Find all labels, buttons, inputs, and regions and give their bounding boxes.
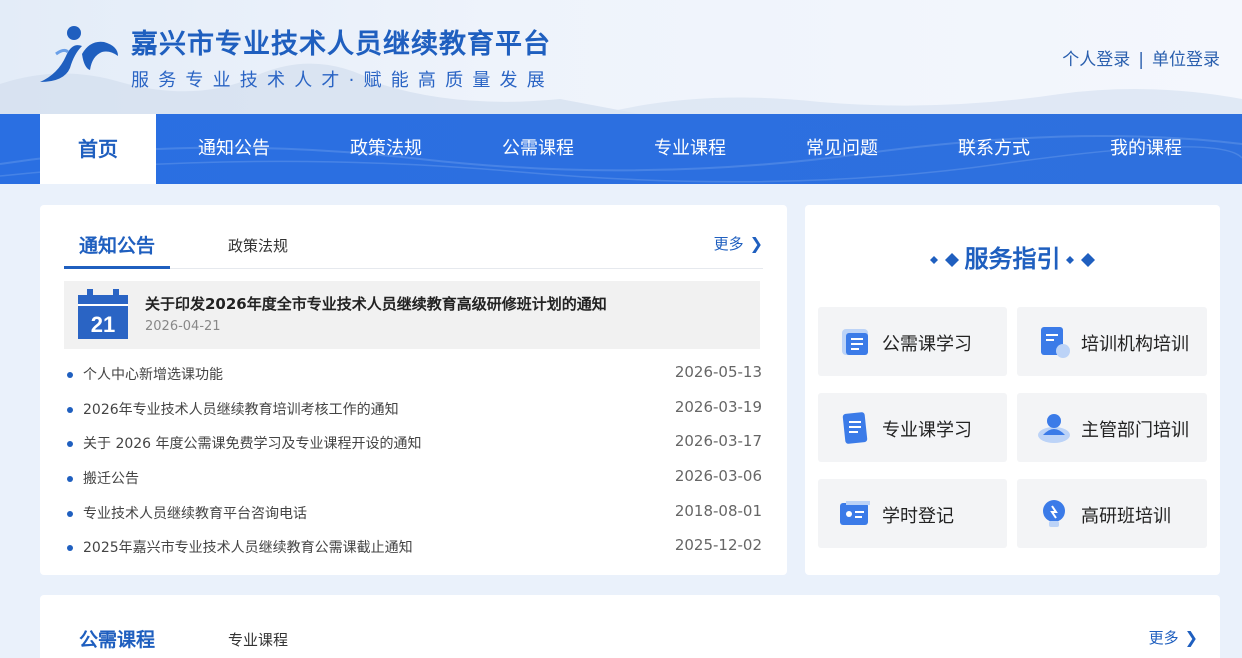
tab-policies[interactable]: 政策法规 (228, 235, 288, 256)
calendar-day: 21 (91, 312, 115, 337)
list-item[interactable]: 个人中心新增选课功能 2026-05-13 (64, 362, 762, 397)
bullet-icon (67, 476, 73, 483)
service-label: 公需课学习 (882, 334, 972, 355)
service-label: 主管部门培训 (1081, 420, 1189, 441)
notes-icon (842, 412, 868, 444)
news-date: 2026-03-19 (674, 397, 762, 416)
nav-item-my-courses[interactable]: 我的课程 (1088, 114, 1204, 184)
document-icon (1041, 327, 1070, 358)
site-slogan: 服务专业技术人才·赋能高质量发展 (131, 70, 554, 91)
calendar-icon: 21 (78, 289, 128, 339)
more-label: 更多 (1148, 629, 1179, 647)
service-guide-panel: 服务指引 公需课学习 培训机构培训 专业课学习 主管部门培训 学时登记 高研班培… (805, 205, 1220, 575)
id-card-icon (840, 501, 870, 525)
service-guide-title: 服务指引 (964, 245, 1061, 273)
news-date: 2026-03-17 (674, 432, 762, 451)
news-title: 个人中心新增选课功能 (83, 367, 223, 383)
service-professional-course-button[interactable]: 专业课学习 (818, 393, 1007, 462)
news-tabs: 通知公告 政策法规 更多 ❯ (64, 205, 763, 269)
news-date: 2026-03-06 (674, 467, 762, 486)
tab-professional-courses[interactable]: 专业课程 (228, 629, 288, 650)
login-links: 个人登录 | 单位登录 (1062, 45, 1220, 70)
service-label: 专业课学习 (882, 420, 972, 441)
org-login-link[interactable]: 单位登录 (1152, 50, 1220, 70)
diamond-decoration-icon (1065, 253, 1095, 267)
list-item[interactable]: 2025年嘉兴市专业技术人员继续教育公需课截止通知 2025-12-02 (64, 535, 762, 570)
news-panel: 通知公告 政策法规 更多 ❯ 21 关于印发2026年度全市专业技术人员继续教育高… (40, 205, 787, 575)
service-label: 学时登记 (882, 506, 954, 527)
news-title: 2025年嘉兴市专业技术人员继续教育公需课截止通知 (83, 540, 413, 557)
personal-login-link[interactable]: 个人登录 (1062, 50, 1130, 70)
bullet-icon (67, 510, 73, 517)
news-title: 搬迁公告 (83, 471, 139, 488)
bulb-icon (1043, 500, 1065, 527)
bullet-icon (67, 406, 73, 413)
bullet-icon (67, 545, 73, 552)
news-title: 专业技术人员继续教育平台咨询电话 (83, 505, 307, 522)
list-item[interactable]: 专业技术人员继续教育平台咨询电话 2018-08-01 (64, 501, 762, 536)
courses-more-link[interactable]: 更多 ❯ (1149, 627, 1198, 648)
nav-item-contact[interactable]: 联系方式 (936, 114, 1052, 184)
featured-notice-title: 关于印发2026年度全市专业技术人员继续教育高级研修班计划的通知 (145, 295, 607, 313)
tab-public-courses[interactable]: 公需课程 (79, 625, 155, 652)
courses-panel: 公需课程 专业课程 更多 ❯ (40, 595, 1220, 658)
news-more-link[interactable]: 更多 ❯ (714, 233, 763, 254)
news-title: 关于 2026 年度公需课免费学习及专业课程开设的通知 (83, 436, 422, 453)
service-hour-registration-button[interactable]: 学时登记 (818, 479, 1007, 548)
chevron-right-icon: ❯ (1184, 628, 1198, 647)
book-icon (842, 329, 868, 355)
more-label: 更多 (713, 235, 744, 253)
nav-item-policies[interactable]: 政策法规 (328, 114, 444, 184)
list-item[interactable]: 2026年专业技术人员继续教育培训考核工作的通知 2026-03-19 (64, 397, 762, 432)
nav-item-professional-courses[interactable]: 专业课程 (632, 114, 748, 184)
featured-notice-date: 2026-04-21 (145, 319, 221, 334)
news-date: 2018-08-01 (674, 501, 762, 520)
list-item[interactable]: 关于 2026 年度公需课免费学习及专业课程开设的通知 2026-03-17 (64, 431, 762, 466)
service-label: 高研班培训 (1081, 506, 1171, 527)
site-title: 嘉兴市专业技术人员继续教育平台 (131, 29, 551, 60)
news-date: 2026-05-13 (674, 363, 762, 381)
bullet-icon (67, 372, 73, 378)
diamond-decoration-icon (929, 253, 959, 267)
news-date: 2025-12-02 (674, 536, 762, 555)
chevron-right-icon: ❯ (749, 234, 763, 253)
service-institution-training-button[interactable]: 培训机构培训 (1017, 307, 1207, 376)
site-header: 嘉兴市专业技术人员继续教育平台 服务专业技术人才·赋能高质量发展 个人登录 | 单位… (0, 0, 1242, 114)
news-title: 2026年专业技术人员继续教育培训考核工作的通知 (83, 401, 399, 418)
bullet-icon (67, 441, 73, 448)
list-item[interactable]: 搬迁公告 2026-03-06 (64, 466, 762, 501)
tab-notices[interactable]: 通知公告 (79, 231, 155, 258)
service-public-course-button[interactable]: 公需课学习 (818, 307, 1007, 376)
service-label: 培训机构培训 (1081, 334, 1189, 355)
site-logo-icon (40, 26, 118, 82)
service-department-training-button[interactable]: 主管部门培训 (1017, 393, 1207, 462)
featured-notice[interactable]: 21 关于印发2026年度全市专业技术人员继续教育高级研修班计划的通知 2026… (64, 281, 760, 349)
news-list: 个人中心新增选课功能 2026-05-13 2026年专业技术人员继续教育培训考核… (64, 362, 762, 570)
user-icon (1038, 414, 1070, 443)
nav-item-faq[interactable]: 常见问题 (784, 114, 900, 184)
nav-item-public-courses[interactable]: 公需课程 (480, 114, 596, 184)
nav-item-notices[interactable]: 通知公告 (176, 114, 292, 184)
main-nav: 首页 通知公告 政策法规 公需课程 专业课程 常见问题 联系方式 我的课程 (0, 114, 1242, 184)
service-guide-heading: 服务指引 (805, 239, 1220, 274)
login-separator: | (1138, 50, 1144, 70)
service-advanced-class-button[interactable]: 高研班培训 (1017, 479, 1207, 548)
nav-item-home[interactable]: 首页 (40, 114, 156, 184)
active-tab-indicator (64, 266, 170, 269)
